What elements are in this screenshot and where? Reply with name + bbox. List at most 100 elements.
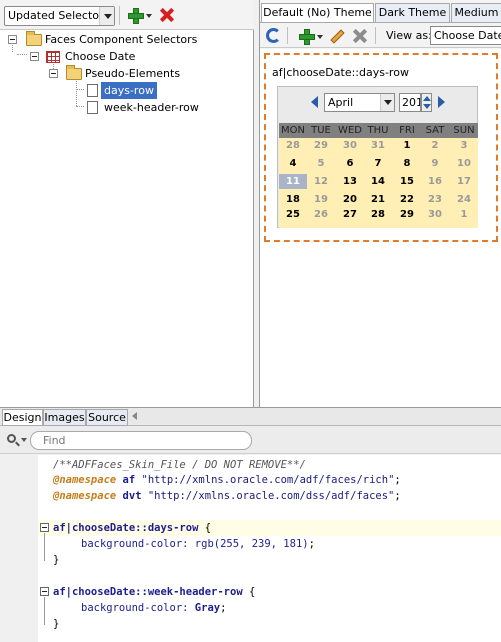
selector-panel: Updated Selectors Faces Component Select… [0, 0, 254, 407]
tree-node-days-row[interactable]: days-row [0, 82, 253, 99]
calendar-day[interactable]: 30 [336, 138, 364, 153]
preview-selector-label: af|chooseDate::days-row [272, 66, 409, 79]
calendar-day[interactable]: 22 [393, 192, 421, 207]
year-spinner[interactable] [421, 93, 432, 112]
scroll-tabs-left-icon[interactable] [132, 412, 137, 420]
code-line: @namespace af "http://xmlns.oracle.com/a… [53, 472, 401, 488]
calendar-day[interactable]: 10 [450, 156, 478, 171]
calendar-day[interactable]: 5 [307, 156, 335, 171]
collapse-icon[interactable] [49, 69, 58, 78]
tab-source[interactable]: Source [86, 409, 128, 426]
tree-node-choose-date[interactable]: Choose Date [0, 48, 253, 65]
calendar-day[interactable]: 19 [307, 192, 335, 207]
preview-panel: Default (No) Theme Dark Theme Medium Vie… [259, 0, 501, 407]
calendar-day[interactable]: 14 [364, 174, 392, 189]
find-toolbar [0, 426, 501, 454]
tree-node-label: days-row [101, 82, 157, 99]
code-line: background-color: rgb(255, 239, 181); [81, 536, 315, 552]
tree-node-label: week-header-row [104, 101, 199, 114]
tab-medium-theme[interactable]: Medium [451, 3, 501, 22]
tab-default-theme[interactable]: Default (No) Theme [261, 3, 374, 23]
tree-node-label: Pseudo-Elements [85, 67, 181, 80]
calendar-day[interactable]: 23 [421, 192, 449, 207]
calendar-day[interactable]: 2 [421, 138, 449, 153]
calendar-day[interactable]: 30 [421, 207, 449, 222]
calendar-day[interactable]: 20 [336, 192, 364, 207]
calendar-day[interactable]: 15 [393, 174, 421, 189]
tab-images[interactable]: Images [43, 409, 86, 426]
edit-icon[interactable] [330, 29, 345, 44]
code-line: af|chooseDate::days-row { [53, 520, 211, 536]
selector-filter-combo[interactable]: Updated Selectors [4, 6, 115, 26]
code-line: /**ADFFaces_Skin_File / DO NOT REMOVE**/ [53, 457, 306, 473]
next-month-icon[interactable] [438, 96, 445, 108]
calendar-day[interactable]: 31 [364, 138, 392, 153]
component-icon [46, 51, 60, 63]
calendar-day[interactable]: 8 [393, 156, 421, 171]
calendar-day-today[interactable]: 11 [279, 174, 307, 189]
calendar-day[interactable]: 29 [393, 207, 421, 222]
tree-node-pseudo-elements[interactable]: Pseudo-Elements [0, 65, 253, 82]
code-at-rule: @namespace [53, 474, 117, 486]
add-menu-chevron-icon[interactable] [146, 14, 152, 18]
year-input[interactable]: 201 [399, 93, 421, 112]
calendar-day[interactable]: 27 [336, 207, 364, 222]
view-as-combo[interactable]: Choose Date [430, 26, 501, 45]
calendar-day[interactable]: 26 [307, 207, 335, 222]
collapse-icon[interactable] [8, 35, 17, 44]
calendar-day[interactable]: 3 [450, 138, 478, 153]
calendar-day[interactable]: 4 [279, 156, 307, 171]
find-input[interactable] [30, 431, 252, 450]
folder-open-icon [66, 65, 82, 80]
code-semicolon: ; [394, 474, 401, 486]
toolbar-separator [287, 27, 288, 44]
calendar-day[interactable]: 1 [393, 138, 421, 153]
tree-node-faces-component-selectors[interactable]: Faces Component Selectors [0, 31, 253, 48]
selector-filter-value: Updated Selectors [8, 9, 110, 22]
search-options-chevron-icon[interactable] [21, 438, 27, 442]
tab-design[interactable]: Design [2, 409, 43, 426]
calendar-day[interactable]: 13 [336, 174, 364, 189]
add-icon[interactable] [128, 8, 144, 24]
code-semicolon: ; [220, 602, 227, 614]
calendar-day[interactable]: 6 [336, 156, 364, 171]
code-selector: af|chooseDate::week-header-row [53, 586, 243, 598]
code-comment: /**ADFFaces_Skin_File / DO NOT REMOVE**/ [53, 459, 306, 471]
refresh-icon[interactable] [266, 28, 281, 43]
fold-toggle-icon[interactable] [40, 587, 49, 596]
calendar-day[interactable]: 1 [450, 207, 478, 222]
calendar-day[interactable]: 16 [421, 174, 449, 189]
calendar-day[interactable]: 29 [307, 138, 335, 153]
calendar-day[interactable]: 12 [307, 174, 335, 189]
chevron-down-icon[interactable] [99, 7, 114, 25]
selector-toolbar: Updated Selectors [0, 0, 254, 30]
calendar-day[interactable]: 18 [279, 192, 307, 207]
theme-tabs: Default (No) Theme Dark Theme Medium [260, 3, 501, 23]
code-semicolon: ; [394, 490, 401, 502]
month-select[interactable]: April [324, 93, 395, 112]
calendar-day[interactable]: 17 [450, 174, 478, 189]
calendar-day[interactable]: 7 [364, 156, 392, 171]
fold-toggle-icon[interactable] [40, 523, 49, 532]
calendar-day[interactable]: 9 [421, 156, 449, 171]
calendar-day[interactable]: 21 [364, 192, 392, 207]
calendar-day[interactable]: 28 [279, 138, 307, 153]
delete-icon[interactable] [160, 8, 174, 22]
css-source-editor[interactable]: /**ADFFaces_Skin_File / DO NOT REMOVE**/… [0, 455, 501, 642]
tree-node-week-header-row[interactable]: week-header-row [0, 99, 253, 116]
calendar-day[interactable]: 28 [364, 207, 392, 222]
add-icon[interactable] [299, 29, 315, 45]
add-menu-chevron-icon[interactable] [317, 35, 323, 39]
search-icon[interactable] [7, 434, 16, 443]
editor-gutter [0, 455, 38, 642]
skin-editor-window: Updated Selectors Faces Component Select… [0, 0, 501, 642]
calendar-day[interactable]: 24 [450, 192, 478, 207]
chevron-down-icon[interactable] [380, 94, 394, 111]
previous-month-icon[interactable] [311, 96, 318, 108]
calendar-day[interactable]: 25 [279, 207, 307, 222]
file-icon [87, 101, 98, 114]
collapse-icon[interactable] [30, 52, 39, 61]
tab-dark-theme[interactable]: Dark Theme [375, 3, 450, 22]
toolbar-separator [375, 27, 376, 44]
delete-icon[interactable] [353, 29, 367, 43]
